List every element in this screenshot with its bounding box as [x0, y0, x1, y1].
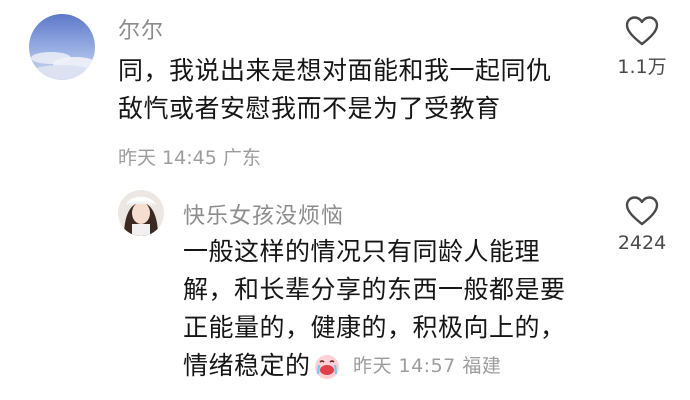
crying-face-emoji-icon	[313, 352, 341, 391]
reply-text-line: 情绪稳定的 昨天 14:57 福建	[183, 347, 566, 391]
comment-location: 广东	[222, 147, 261, 169]
reply-time: 昨天 14:57	[352, 355, 456, 377]
comment-text[interactable]: 同，我说出来是想对面能和我一起同仇 敌忾或者安慰我而不是为了受教育	[118, 52, 552, 128]
reply-text-line: 解，和长辈分享的东西一般都是要	[183, 275, 566, 304]
girl-portrait-avatar	[118, 190, 164, 236]
like-count: 1.1万	[617, 56, 667, 78]
reply-text[interactable]: 一般这样的情况只有同龄人能理 解，和长辈分享的东西一般都是要 正能量的，健康的，…	[183, 233, 566, 391]
user-avatar[interactable]	[29, 14, 95, 80]
like-button[interactable]: 2424	[606, 196, 678, 254]
comment-time: 昨天 14:45	[118, 147, 217, 169]
like-count: 2424	[617, 232, 667, 254]
comment-username[interactable]: 尔尔	[118, 13, 164, 45]
heart-outline-icon	[625, 16, 659, 46]
reply-text-line: 正能量的，健康的，积极向上的，	[183, 313, 566, 342]
user-avatar[interactable]	[118, 190, 164, 236]
reply-text-line-end: 情绪稳定的	[183, 351, 311, 380]
heart-outline-icon	[625, 196, 659, 226]
reply-text-line: 一般这样的情况只有同龄人能理	[183, 237, 541, 266]
reply-username[interactable]: 快乐女孩没烦恼	[183, 198, 344, 230]
sky-cloud-avatar	[29, 14, 95, 80]
comment-meta: 昨天 14:45 广东	[118, 143, 261, 170]
reply-meta: 昨天 14:57 福建	[353, 355, 501, 377]
comment-text-line: 同，我说出来是想对面能和我一起同仇	[118, 56, 552, 85]
comment-text-line: 敌忾或者安慰我而不是为了受教育	[118, 94, 501, 123]
like-button[interactable]: 1.1万	[606, 16, 678, 79]
reply-location: 福建	[462, 355, 502, 377]
